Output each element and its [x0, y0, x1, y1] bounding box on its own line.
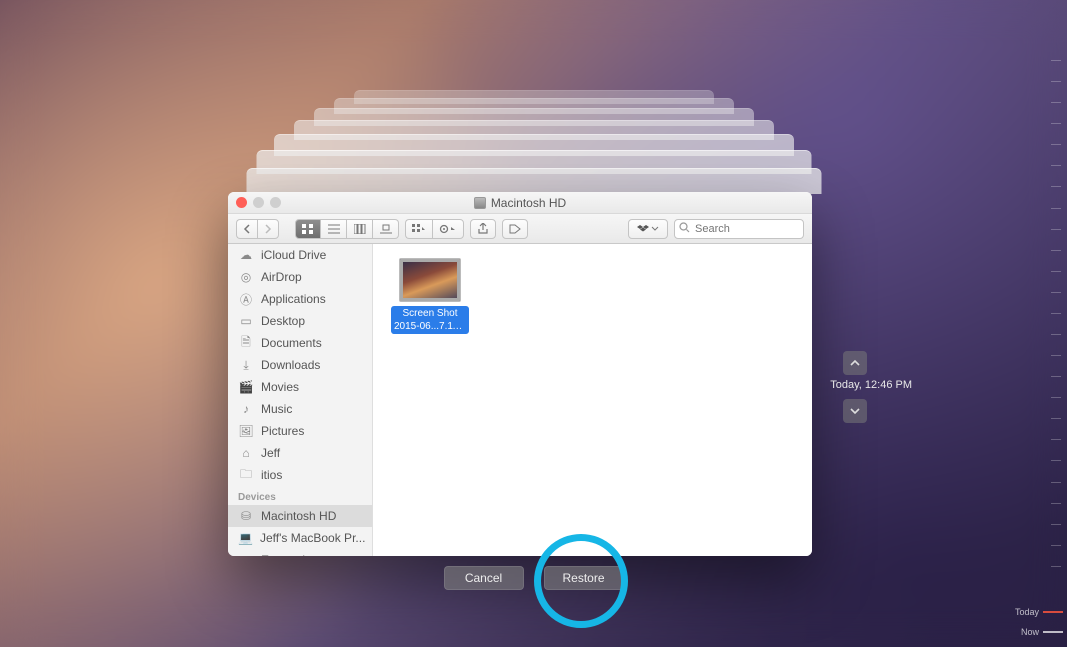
view-list-button[interactable]: [321, 219, 347, 239]
chevron-left-icon: [243, 224, 251, 234]
sidebar-item-desktop[interactable]: ▭ Desktop: [228, 310, 372, 332]
nav-buttons: [236, 219, 279, 239]
chevron-down-icon: [651, 224, 659, 234]
sidebar-item-label: Movies: [261, 380, 299, 394]
toolbar: [228, 214, 812, 244]
sidebar-item-label: External: [261, 553, 305, 556]
tag-icon: [509, 224, 521, 234]
list-icon: [328, 224, 340, 234]
columns-icon: [354, 224, 366, 234]
sidebar-item-label: Music: [261, 402, 292, 416]
view-coverflow-button[interactable]: [373, 219, 399, 239]
content-area[interactable]: Screen Shot 2015-06...7.11 PM: [373, 244, 812, 556]
timeline-up-button[interactable]: [843, 351, 867, 375]
timeline-ticks: [1051, 60, 1061, 567]
movies-icon: 🎬: [238, 380, 254, 394]
file-name-line1: Screen Shot: [394, 307, 466, 320]
action-button[interactable]: [432, 219, 464, 239]
annotation-circle: [534, 534, 628, 628]
sidebar-item-macbook[interactable]: 💻 Jeff's MacBook Pr...: [228, 527, 372, 549]
timeline[interactable]: Today Now: [1037, 0, 1067, 647]
sidebar-item-label: Pictures: [261, 424, 304, 438]
timeline-now-label: Now: [1021, 627, 1039, 637]
arrange-icon: [412, 224, 426, 234]
documents-icon: 🗎: [238, 333, 254, 354]
finder-window: Macintosh HD: [228, 192, 812, 556]
share-button[interactable]: [470, 219, 496, 239]
window-title-text: Macintosh HD: [491, 196, 566, 210]
file-label: Screen Shot 2015-06...7.11 PM: [391, 306, 469, 334]
timeline-today-marker[interactable]: Today: [1015, 607, 1063, 617]
home-icon: ⌂: [238, 446, 254, 460]
grid-icon: [302, 224, 314, 234]
view-switcher: [295, 219, 399, 239]
sidebar-item-downloads[interactable]: ⤓ Downloads: [228, 354, 372, 376]
sidebar-item-label: Macintosh HD: [261, 509, 336, 523]
airdrop-icon: ◎: [238, 270, 254, 284]
sidebar-item-applications[interactable]: Ⓐ Applications: [228, 288, 372, 310]
tags-button[interactable]: [502, 219, 528, 239]
icloud-icon: ☁: [238, 248, 254, 262]
sidebar-item-external[interactable]: ⧉ External: [228, 549, 372, 556]
sidebar-item-airdrop[interactable]: ◎ AirDrop: [228, 266, 372, 288]
downloads-icon: ⤓: [238, 358, 254, 373]
sidebar-item-label: itios: [261, 468, 282, 482]
music-icon: ♪: [238, 402, 254, 416]
view-column-button[interactable]: [347, 219, 373, 239]
search-field[interactable]: [674, 219, 804, 239]
sidebar-item-label: Desktop: [261, 314, 305, 328]
sidebar-item-pictures[interactable]: 🖼 Pictures: [228, 420, 372, 442]
sidebar-item-icloud[interactable]: ☁ iCloud Drive: [228, 244, 372, 266]
external-icon: ⧉: [238, 553, 254, 557]
chevron-down-icon: [850, 406, 860, 416]
folder-icon: 🗀: [238, 465, 254, 486]
share-icon: [477, 223, 489, 235]
sidebar-item-label: Jeff's MacBook Pr...: [260, 531, 365, 545]
file-item[interactable]: Screen Shot 2015-06...7.11 PM: [391, 258, 469, 338]
hd-icon: ⛁: [238, 509, 254, 523]
titlebar[interactable]: Macintosh HD: [228, 192, 812, 214]
sidebar-item-label: AirDrop: [261, 270, 302, 284]
file-name-line2: 2015-06...7.11 PM: [394, 320, 466, 333]
sidebar-item-movies[interactable]: 🎬 Movies: [228, 376, 372, 398]
sidebar-item-label: Jeff: [261, 446, 280, 460]
sidebar-item-folder[interactable]: 🗀 itios: [228, 464, 372, 486]
sidebar-item-label: Documents: [261, 336, 322, 350]
chevron-right-icon: [264, 224, 272, 234]
sidebar-item-label: Downloads: [261, 358, 320, 372]
sidebar-item-music[interactable]: ♪ Music: [228, 398, 372, 420]
coverflow-icon: [380, 224, 392, 234]
sidebar: ☁ iCloud Drive ◎ AirDrop Ⓐ Applications ▭ De…: [228, 244, 373, 556]
timeline-now-bar: [1043, 631, 1063, 633]
gear-icon: [439, 224, 457, 234]
chevron-up-icon: [850, 358, 860, 368]
forward-button[interactable]: [257, 219, 279, 239]
back-button[interactable]: [236, 219, 257, 239]
cancel-button[interactable]: Cancel: [444, 566, 524, 590]
apps-icon: Ⓐ: [238, 291, 254, 308]
file-thumbnail: [399, 258, 461, 302]
sidebar-item-label: iCloud Drive: [261, 248, 326, 262]
pictures-icon: 🖼: [238, 424, 254, 438]
arrange-button[interactable]: [405, 219, 432, 239]
timeline-today-bar: [1043, 611, 1063, 613]
current-snapshot-label: Today, 12:46 PM: [830, 379, 912, 391]
timeline-down-button[interactable]: [843, 399, 867, 423]
laptop-icon: 💻: [238, 531, 253, 545]
search-icon: [679, 222, 690, 233]
hd-icon: [474, 197, 486, 209]
search-input[interactable]: [674, 219, 804, 239]
timeline-today-label: Today: [1015, 607, 1039, 617]
dropbox-button[interactable]: [628, 219, 668, 239]
sidebar-item-home[interactable]: ⌂ Jeff: [228, 442, 372, 464]
sidebar-item-label: Applications: [261, 292, 326, 306]
sidebar-item-documents[interactable]: 🗎 Documents: [228, 332, 372, 354]
dropbox-icon: [637, 224, 649, 234]
sidebar-devices-header: Devices: [228, 486, 372, 505]
view-icon-button[interactable]: [295, 219, 321, 239]
window-title: Macintosh HD: [228, 196, 812, 210]
timeline-now-marker[interactable]: Now: [1015, 627, 1063, 637]
desktop-icon: ▭: [238, 314, 254, 328]
sidebar-item-macintosh-hd[interactable]: ⛁ Macintosh HD: [228, 505, 372, 527]
